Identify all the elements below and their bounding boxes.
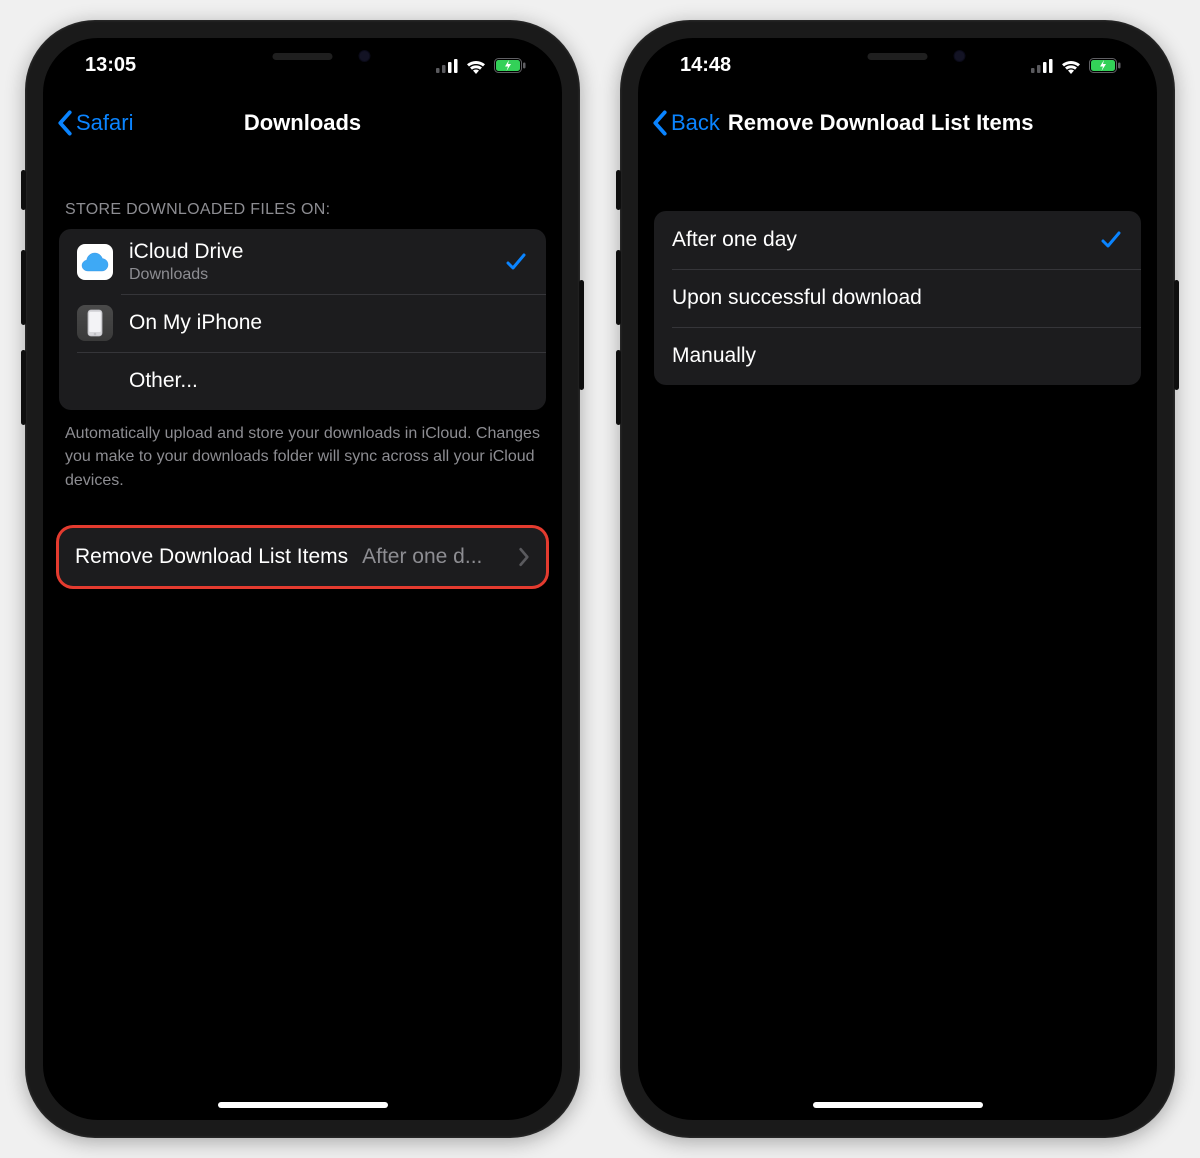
phone-frame-right: 14:48 Back Remove Download List Items Af… [620, 20, 1175, 1138]
chevron-left-icon [57, 110, 73, 136]
power-button [579, 280, 584, 390]
back-label: Back [671, 110, 720, 136]
option-title: Manually [672, 343, 1123, 369]
front-camera [953, 50, 965, 62]
chevron-left-icon [652, 110, 668, 136]
notch [770, 38, 1025, 74]
notch [175, 38, 430, 74]
wifi-icon [465, 58, 487, 74]
option-title: After one day [672, 227, 1099, 253]
back-button[interactable]: Back [652, 110, 720, 136]
option-manually[interactable]: Manually [654, 327, 1141, 385]
storage-option-other[interactable]: Other... [59, 352, 546, 410]
on-my-iphone-icon [77, 305, 113, 341]
volume-up-button [616, 250, 621, 325]
option-title: On My iPhone [129, 310, 528, 336]
checkmark-icon [1099, 228, 1123, 252]
home-indicator[interactable] [813, 1102, 983, 1108]
volume-down-button [21, 350, 26, 425]
speaker-grille [868, 53, 928, 60]
home-indicator[interactable] [218, 1102, 388, 1108]
option-title: Upon successful download [672, 285, 1123, 311]
status-time: 13:05 [85, 54, 136, 77]
wifi-icon [1060, 58, 1082, 74]
volume-up-button [21, 250, 26, 325]
page-title: Remove Download List Items [728, 110, 1034, 136]
icon-spacer [77, 363, 113, 399]
back-label: Safari [76, 110, 133, 136]
section-header: Store Downloaded Files On: [43, 153, 562, 229]
speaker-grille [273, 53, 333, 60]
chevron-right-icon [518, 547, 530, 567]
cellular-signal-icon [436, 59, 458, 73]
silent-switch [21, 170, 26, 210]
section-footer: Automatically upload and store your down… [43, 410, 562, 492]
storage-option-icloud[interactable]: iCloud Drive Downloads [59, 229, 546, 294]
content: After one day Upon successful download M… [638, 211, 1157, 385]
front-camera [358, 50, 370, 62]
option-title: Other... [129, 368, 528, 394]
remove-options-group: After one day Upon successful download M… [654, 211, 1141, 385]
cellular-signal-icon [1031, 59, 1053, 73]
storage-option-iphone[interactable]: On My iPhone [59, 294, 546, 352]
battery-charging-icon [494, 58, 526, 73]
back-button[interactable]: Safari [57, 110, 133, 136]
content: Store Downloaded Files On: iCloud Drive … [43, 153, 562, 586]
option-upon-successful-download[interactable]: Upon successful download [654, 269, 1141, 327]
option-subtitle: Downloads [129, 266, 504, 284]
status-time: 14:48 [680, 54, 731, 77]
remove-download-items-row[interactable]: Remove Download List Items After one d..… [59, 528, 546, 586]
battery-charging-icon [1089, 58, 1121, 73]
phone-frame-left: 13:05 Safari Downloads Store Downloaded … [25, 20, 580, 1138]
nav-bar: Back Remove Download List Items [638, 93, 1157, 153]
silent-switch [616, 170, 621, 210]
detail-label: Remove Download List Items [75, 545, 348, 569]
power-button [1174, 280, 1179, 390]
screen: 13:05 Safari Downloads Store Downloaded … [43, 38, 562, 1120]
option-after-one-day[interactable]: After one day [654, 211, 1141, 269]
icloud-drive-icon [77, 244, 113, 280]
checkmark-icon [504, 250, 528, 274]
volume-down-button [616, 350, 621, 425]
storage-options-group: iCloud Drive Downloads On My iPhone [59, 229, 546, 410]
detail-value: After one d... [362, 545, 510, 569]
screen: 14:48 Back Remove Download List Items Af… [638, 38, 1157, 1120]
option-title: iCloud Drive [129, 239, 504, 265]
nav-bar: Safari Downloads [43, 93, 562, 153]
